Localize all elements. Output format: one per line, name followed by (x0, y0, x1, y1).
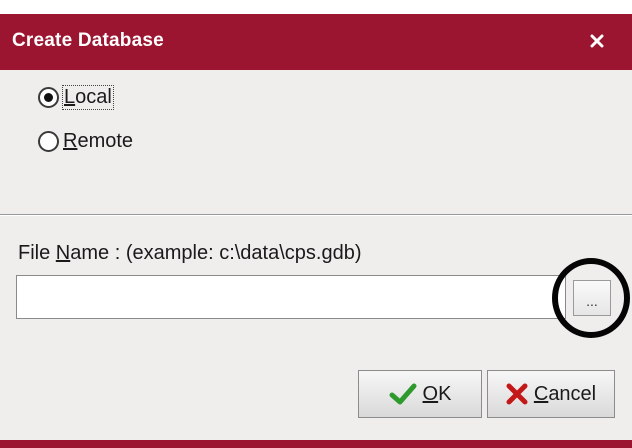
browse-button[interactable]: ... (573, 280, 611, 316)
close-icon (590, 34, 604, 48)
ok-button-label: OK (422, 382, 452, 405)
location-group: Local Remote (0, 70, 632, 215)
cancel-button[interactable]: Cancel (487, 370, 615, 418)
checkmark-icon (389, 382, 417, 406)
top-strip (0, 0, 632, 14)
bottom-strip (0, 440, 632, 448)
radio-selected-dot (44, 93, 53, 102)
ok-button[interactable]: OK (358, 370, 482, 418)
radio-local-label: Local (62, 85, 114, 110)
radio-remote-button[interactable] (38, 131, 59, 152)
title-bar: Create Database (0, 14, 632, 70)
radio-remote-label: Remote (63, 130, 134, 152)
x-icon (506, 383, 528, 405)
radio-remote[interactable]: Remote (38, 130, 133, 153)
ellipsis-icon: ... (586, 293, 598, 309)
file-name-label: File Name : (example: c:\data\cps.gdb) (18, 242, 362, 264)
cancel-button-label: Cancel (533, 382, 597, 405)
file-name-input[interactable] (16, 275, 566, 319)
radio-local-button[interactable] (38, 87, 59, 108)
dialog-title: Create Database (12, 30, 164, 51)
create-database-dialog: Create Database Local Remote File Name :… (0, 0, 632, 448)
radio-local[interactable]: Local (38, 85, 114, 110)
close-button[interactable] (584, 28, 610, 54)
